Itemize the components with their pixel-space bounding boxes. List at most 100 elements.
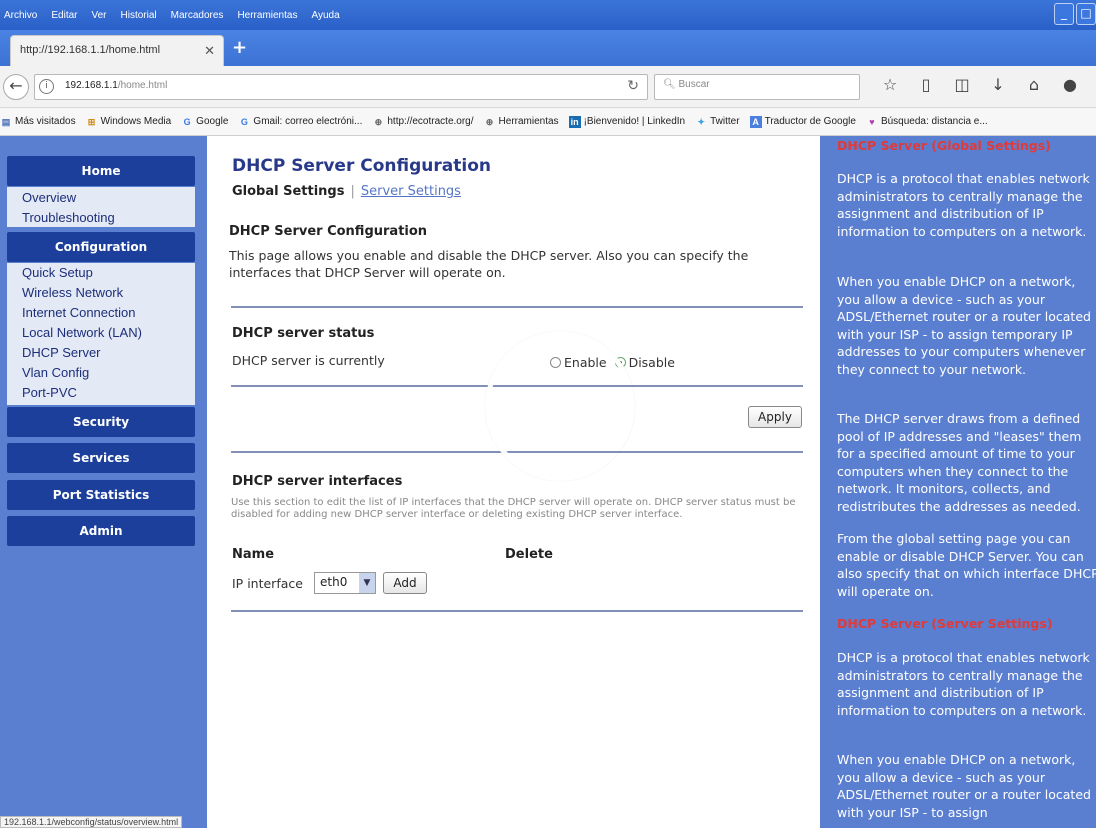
reload-icon[interactable]: ↻ — [627, 78, 639, 94]
back-icon[interactable]: ← — [3, 74, 29, 100]
search-placeholder: Buscar — [678, 79, 710, 90]
toolbar-icons: ☆ ▯ ◫ ↓ ⌂ ● — [872, 75, 1088, 94]
minimize-icon[interactable]: _ — [1054, 3, 1074, 25]
window-menu-bar: Archivo Editar Ver Historial Marcadores … — [0, 0, 1096, 30]
map-pin-icon: ♥ — [869, 116, 875, 127]
bookmark-search-distance[interactable]: ♥ Búsqueda: distancia e... — [866, 116, 988, 128]
sidebar-item-overview[interactable]: Overview — [22, 188, 195, 208]
section-title-interfaces: DHCP server interfaces — [232, 474, 403, 489]
menu-ver[interactable]: Ver — [91, 10, 106, 21]
help-heading-global: DHCP Server (Global Settings) — [837, 138, 1051, 153]
disable-label: Disable — [628, 355, 675, 370]
status-label: DHCP server is currently — [232, 353, 385, 368]
menu-editar[interactable]: Editar — [51, 10, 77, 21]
sidebar-header-home[interactable]: Home — [7, 156, 195, 186]
bookmark-twitter[interactable]: ✦ Twitter — [695, 116, 739, 128]
info-icon[interactable]: i — [39, 79, 54, 94]
apply-button[interactable]: Apply — [748, 406, 802, 428]
column-delete: Delete — [505, 547, 553, 562]
help-paragraph: When you enable DHCP on a network, you a… — [837, 752, 1091, 820]
menu-ayuda[interactable]: Ayuda — [311, 10, 339, 21]
add-button[interactable]: Add — [383, 572, 427, 594]
bookmark-most-visited[interactable]: ▤ Más visitados — [0, 116, 76, 128]
bookmark-label: Búsqueda: distancia e... — [880, 116, 988, 127]
bookmark-herramientas[interactable]: ⊕ Herramientas — [484, 116, 559, 128]
clipboard-icon[interactable]: ▯ — [908, 75, 944, 94]
bookmark-label: Twitter — [710, 116, 740, 127]
tab-server-settings[interactable]: Server Settings — [361, 184, 461, 199]
bookmark-google[interactable]: G Google — [181, 116, 229, 128]
download-icon[interactable]: ↓ — [980, 75, 1016, 94]
help-paragraph: The DHCP server draws from a defined poo… — [837, 411, 1082, 514]
router-page: Home Overview Troubleshooting Configurat… — [0, 136, 1096, 828]
ip-interface-select[interactable]: eth0 ▼ — [314, 572, 376, 594]
help-paragraph: When you enable DHCP on a network, you a… — [837, 274, 1091, 377]
menu-archivo[interactable]: Archivo — [4, 10, 37, 21]
sidebar-item-troubleshooting[interactable]: Troubleshooting — [22, 208, 195, 228]
url-text: 192.168.1.1/home.html — [65, 80, 167, 91]
bookmark-label: Más visitados — [15, 116, 76, 127]
google-icon: G — [183, 116, 191, 127]
sidebar-header-configuration[interactable]: Configuration — [7, 232, 195, 262]
search-input[interactable]: 🔍︎ Buscar — [654, 74, 860, 100]
bookmark-label: http://ecotracte.org/ — [387, 116, 474, 127]
menu-historial[interactable]: Historial — [121, 10, 157, 21]
pocket-icon[interactable]: ◫ — [944, 75, 980, 94]
url-host: 192.168.1.1 — [65, 80, 118, 91]
help-heading-server: DHCP Server (Server Settings) — [837, 616, 1053, 631]
url-bar[interactable]: i 192.168.1.1/home.html ↻ — [34, 74, 648, 100]
globe-icon: ⊕ — [485, 116, 494, 127]
maximize-icon[interactable]: □ — [1076, 3, 1096, 25]
window-controls: _ □ — [1052, 3, 1096, 25]
main-content: DHCP Server Configuration Global Setting… — [207, 136, 820, 828]
help-paragraph: DHCP is a protocol that enables network … — [837, 650, 1090, 718]
chat-icon[interactable]: ● — [1052, 75, 1088, 94]
sidebar-header-services[interactable]: Services — [7, 443, 195, 473]
bookmark-ecotracte[interactable]: ⊕ http://ecotracte.org/ — [372, 116, 474, 128]
bookmark-translate[interactable]: A Traductor de Google — [749, 115, 856, 128]
tab-global-settings[interactable]: Global Settings — [232, 184, 344, 199]
browser-tab[interactable]: http://192.168.1.1/home.html ✕ — [10, 35, 224, 66]
bookmark-label: Windows Media — [100, 116, 172, 127]
divider — [231, 306, 803, 308]
bookmark-gmail[interactable]: G Gmail: correo electróni... — [238, 116, 362, 128]
bookmarks-bar: ▤ Más visitados ⊞ Windows Media G Google GG… — [0, 108, 1096, 136]
bookmark-windows-media[interactable]: ⊞ Windows Media — [86, 116, 172, 128]
sidebar-item-wireless-network[interactable]: Wireless Network — [22, 283, 195, 303]
sidebar-item-quick-setup[interactable]: Quick Setup — [22, 263, 195, 283]
menu-herramientas[interactable]: Herramientas — [237, 10, 297, 21]
bookmark-linkedin[interactable]: in ¡Bienvenido! | LinkedIn — [568, 115, 686, 128]
bookmark-label: Herramientas — [498, 116, 559, 127]
section-title-status: DHCP server status — [232, 326, 375, 341]
sidebar-header-port-statistics[interactable]: Port Statistics — [7, 480, 195, 510]
help-panel: DHCP Server (Global Settings) DHCP is a … — [820, 136, 1096, 828]
tab-strip: http://192.168.1.1/home.html ✕ + — [0, 30, 1096, 66]
interfaces-description: Use this section to edit the list of IP … — [231, 497, 796, 520]
ip-interface-label: IP interface — [232, 576, 303, 591]
sidebar-header-security[interactable]: Security — [7, 407, 195, 437]
sidebar-config-items: Quick Setup Wireless Network Internet Co… — [7, 263, 195, 405]
sidebar-header-admin[interactable]: Admin — [7, 516, 195, 546]
bookmark-label: ¡Bienvenido! | LinkedIn — [583, 116, 686, 127]
tab-title: http://192.168.1.1/home.html — [20, 44, 161, 56]
settings-tabs: Global Settings | Server Settings — [232, 184, 461, 199]
bookmark-star-icon[interactable]: ☆ — [872, 75, 908, 94]
select-value: eth0 — [320, 575, 348, 589]
section-title-config: DHCP Server Configuration — [229, 224, 428, 239]
twitter-icon: ✦ — [697, 116, 705, 127]
home-icon[interactable]: ⌂ — [1016, 75, 1052, 94]
chevron-down-icon[interactable]: ▼ — [359, 573, 375, 593]
sidebar-item-port-pvc[interactable]: Port-PVC — [22, 383, 195, 403]
help-paragraph: DHCP is a protocol that enables network … — [837, 171, 1090, 239]
menu-marcadores[interactable]: Marcadores — [171, 10, 224, 21]
bookmark-label: Google — [196, 116, 229, 127]
sidebar-item-local-network[interactable]: Local Network (LAN) — [22, 323, 195, 343]
new-tab-icon[interactable]: + — [232, 37, 247, 58]
sidebar-item-dhcp-server[interactable]: DHCP Server — [22, 343, 195, 363]
sidebar-item-internet-connection[interactable]: Internet Connection — [22, 303, 195, 323]
close-icon[interactable]: ✕ — [204, 43, 215, 59]
sidebar-item-vlan-config[interactable]: Vlan Config — [22, 363, 195, 383]
search-icon: 🔍︎ — [663, 79, 676, 90]
google-icon: G — [240, 116, 248, 127]
help-paragraph: From the global setting page you can ena… — [837, 531, 1096, 599]
